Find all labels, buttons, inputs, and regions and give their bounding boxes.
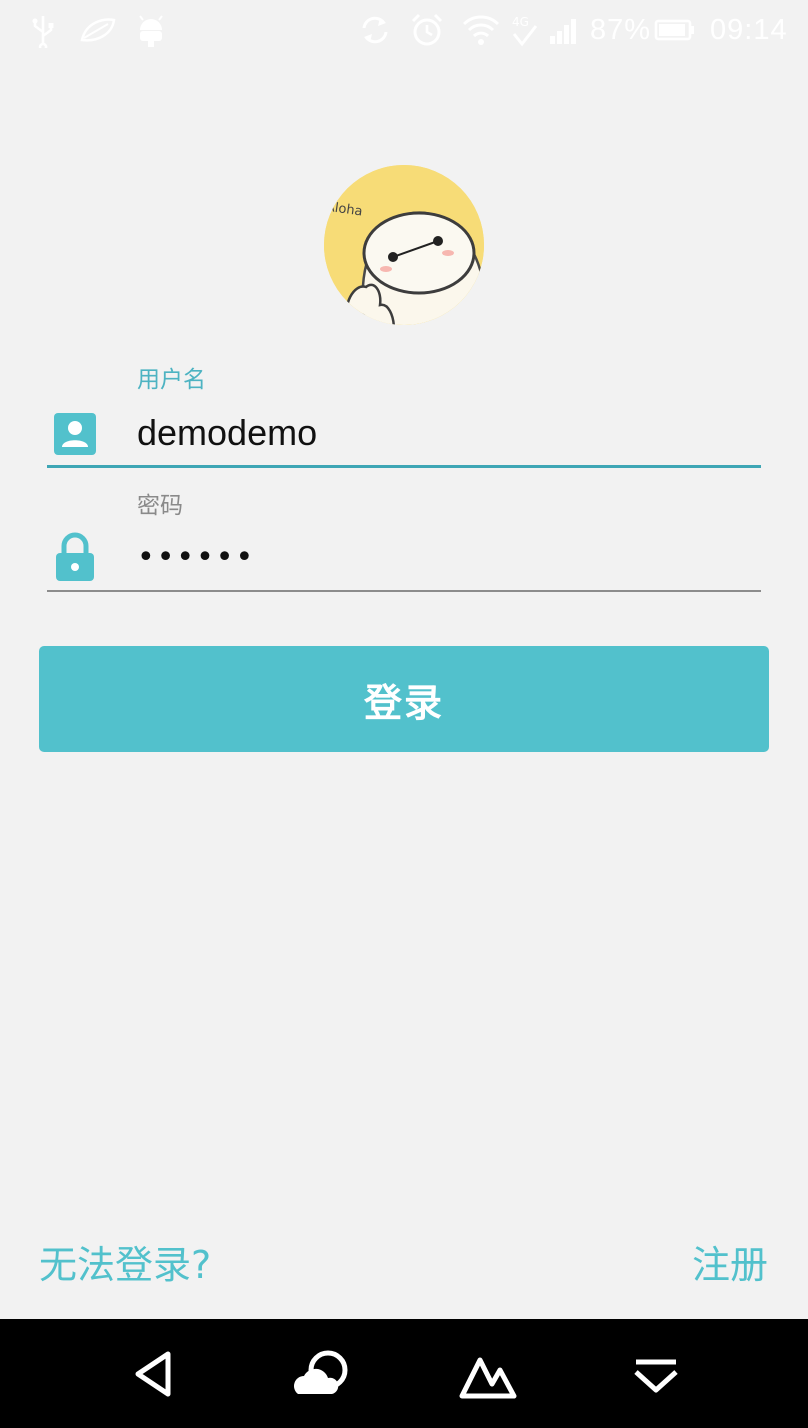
baymax-illustration: Aloha (324, 165, 484, 325)
login-screen: 4G 87% 09:14 Aloha 用户名 demodemo 密码 •••••… (0, 0, 808, 1428)
cannot-login-link[interactable]: 无法登录? (39, 1234, 211, 1289)
back-icon[interactable] (124, 1346, 184, 1402)
alarm-icon (410, 12, 444, 48)
password-input[interactable]: •••••• (137, 540, 255, 575)
lock-icon (52, 532, 98, 581)
sync-icon (358, 12, 392, 48)
home-icon[interactable] (458, 1346, 520, 1402)
usb-icon (26, 12, 60, 48)
battery-percentage: 87% (590, 14, 652, 46)
account-icon (52, 411, 98, 457)
svg-text:4G: 4G (512, 15, 529, 29)
password-underline (47, 590, 761, 592)
wifi-icon (462, 12, 500, 48)
cloud-icon[interactable] (290, 1346, 354, 1402)
menu-down-icon[interactable] (626, 1346, 686, 1402)
battery-icon (654, 12, 696, 48)
register-link[interactable]: 注册 (692, 1234, 768, 1289)
signal-icon (548, 12, 582, 48)
login-button[interactable]: 登录 (39, 646, 769, 752)
avatar[interactable]: Aloha (324, 165, 484, 325)
username-underline (47, 465, 761, 468)
password-label: 密码 (137, 493, 183, 519)
android-icon (134, 12, 168, 48)
navigation-bar (0, 1319, 808, 1428)
network-4g-icon: 4G (508, 12, 540, 48)
clock: 09:14 (710, 14, 788, 46)
username-label: 用户名 (137, 367, 206, 393)
username-input[interactable]: demodemo (137, 412, 317, 454)
status-bar: 4G 87% 09:14 (0, 0, 808, 62)
leaf-icon (78, 12, 118, 48)
